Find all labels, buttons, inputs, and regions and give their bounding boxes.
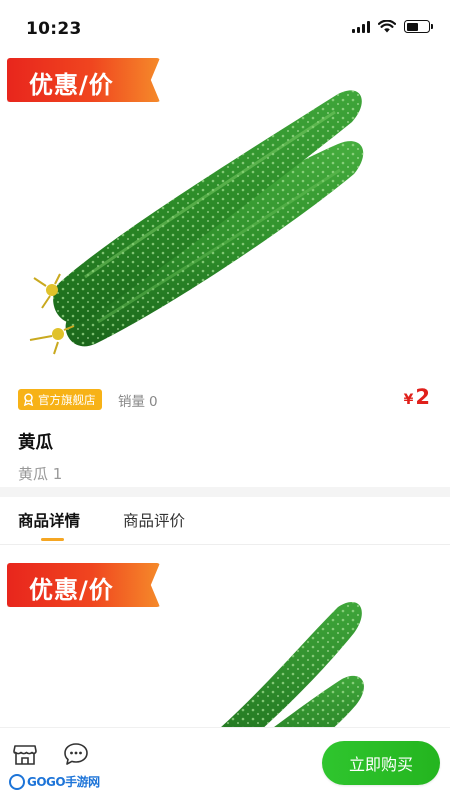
bottom-action-bar: GOGO手游网 立即购买 — [0, 727, 450, 800]
award-icon — [23, 393, 34, 406]
detail-tabs: 商品详情 商品评价 — [0, 497, 450, 545]
status-bar: 10:23 — [0, 0, 450, 52]
promo-ribbon: 优惠/价 — [7, 58, 160, 102]
detail-promo-label: 优惠/价 — [29, 576, 114, 604]
watermark-text: GOGO手游网 — [27, 775, 100, 789]
tab-product-details[interactable]: 商品详情 — [18, 509, 80, 531]
price-value: 2 — [415, 385, 430, 409]
watermark-logo-icon — [9, 773, 25, 790]
product-hero-image: 优惠/价 — [0, 52, 450, 374]
section-divider — [0, 487, 450, 497]
sales-label: 销量 — [118, 394, 145, 410]
status-time: 10:23 — [26, 19, 82, 39]
wifi-icon — [378, 20, 396, 33]
product-detail-image: 优惠/价 — [0, 545, 450, 727]
official-store-badge: 官方旗舰店 — [18, 389, 102, 410]
buy-now-button[interactable]: 立即购买 — [322, 741, 440, 785]
battery-icon — [404, 20, 433, 33]
watermark: GOGO手游网 — [9, 773, 100, 790]
product-price: ¥2 — [404, 385, 430, 409]
badge-label: 官方旗舰店 — [38, 392, 96, 407]
product-info: 官方旗舰店 销量 0 ¥2 黄瓜 黄瓜 1 — [0, 374, 450, 487]
signal-icon — [352, 20, 370, 33]
detail-promo-ribbon: 优惠/价 — [7, 563, 160, 607]
product-title: 黄瓜 — [18, 433, 53, 453]
sales-info: 销量 0 — [118, 390, 158, 410]
tab-product-reviews[interactable]: 商品评价 — [123, 509, 185, 531]
active-tab-indicator — [41, 538, 64, 541]
product-subtitle: 黄瓜 1 — [18, 465, 63, 483]
status-icons — [352, 20, 433, 33]
sales-count: 0 — [149, 394, 158, 410]
promo-label: 优惠/价 — [29, 71, 114, 99]
chat-icon[interactable] — [62, 740, 90, 768]
store-icon[interactable] — [11, 740, 39, 768]
currency-symbol: ¥ — [403, 392, 414, 408]
